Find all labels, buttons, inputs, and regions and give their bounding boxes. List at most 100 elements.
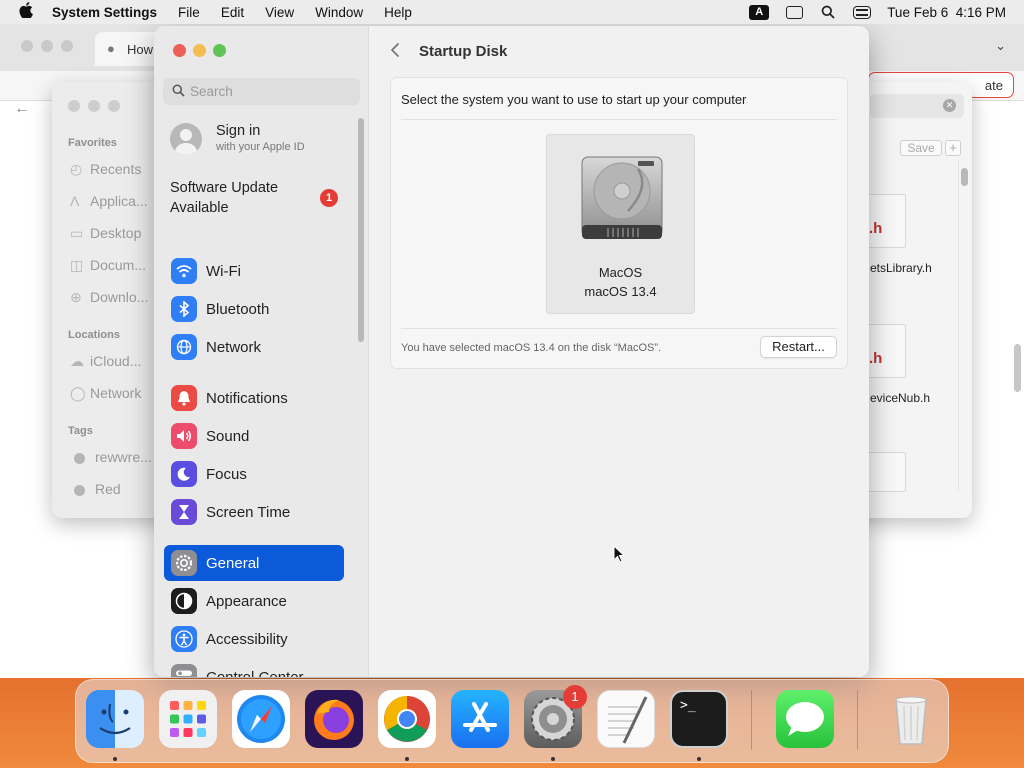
dock-finder-icon[interactable] [86,690,144,748]
sidebar-item-label: Focus [206,465,247,483]
finder-tag-red[interactable]: Red [74,481,121,497]
dock-chrome-icon[interactable] [378,690,436,748]
speaker-icon [171,423,197,449]
menu-edit[interactable]: Edit [221,5,244,20]
finder-item-label: Docum... [90,257,147,273]
dock-separator [751,690,752,750]
sidebar-item-accessibility[interactable]: Accessibility [164,621,344,657]
menu-view[interactable]: View [265,5,294,20]
finder-item-icloud[interactable]: ☁ iCloud... [70,353,141,370]
sidebar-item-focus[interactable]: Focus [164,456,344,492]
software-update-item[interactable]: Software Update Available [170,178,310,218]
finder-minimize-button[interactable] [88,100,100,112]
finder-scrollbar[interactable] [961,168,968,186]
settings-content: Startup Disk Select the system you want … [370,26,869,677]
window-zoom-button[interactable] [213,44,226,57]
sidebar-item-bluetooth[interactable]: Bluetooth [164,291,344,327]
finder-item-label: Network [90,385,142,401]
sidebar-item-wi-fi[interactable]: Wi-Fi [164,253,344,289]
disk-name: MacOS [598,265,643,280]
settings-search-input[interactable]: Search [163,78,360,105]
file-name[interactable]: etsLibrary.h [870,261,932,275]
terminal-prompt: >_ [680,698,696,713]
sidebar-item-control-center[interactable]: Control Center [164,659,344,677]
menu-file[interactable]: File [178,5,200,20]
sidebar-scrollbar[interactable] [358,118,364,342]
tab-overview-chevron-icon[interactable]: ⌄ [995,38,1006,54]
browser-zoom-button[interactable] [61,40,73,52]
sidebar-item-sound[interactable]: Sound [164,418,344,454]
finder-zoom-button[interactable] [108,100,120,112]
finder-item-network[interactable]: ◯ Network [70,385,141,402]
finder-item-documents[interactable]: ◫ Docum... [70,257,146,274]
hourglass-icon [171,499,197,525]
cloud-icon: ☁ [70,353,84,369]
dock-app-store-icon[interactable] [451,690,509,748]
menu-window[interactable]: Window [315,5,363,20]
signin-title: Sign in [216,123,261,139]
apple-menu-icon[interactable] [0,2,52,22]
screen-mirroring-icon[interactable] [785,5,803,19]
browser-close-button[interactable] [21,40,33,52]
sidebar-item-notifications[interactable]: Notifications [164,380,344,416]
sidebar-item-general[interactable]: General [164,545,344,581]
sidebar-item-appearance[interactable]: Appearance [164,583,344,619]
finder-sidebar: Favorites ◴ Recents Λ Applica... ▭ Desktop … [52,82,170,518]
window-minimize-button[interactable] [193,44,206,57]
file-name[interactable]: eviceNub.h [870,391,930,405]
sidebar-item-label: Wi-Fi [206,262,241,280]
dock-textedit-icon[interactable] [597,690,655,748]
sidebar-item-label: Control Center [206,668,304,678]
browser-scrollbar[interactable] [1014,344,1021,392]
input-source-icon[interactable]: A [749,4,770,20]
moon-icon [171,461,197,487]
dock-messages-icon[interactable] [776,690,834,748]
menu-help[interactable]: Help [384,5,412,20]
control-center-icon [171,664,197,677]
clear-search-icon[interactable]: ✕ [943,99,956,112]
startup-prompt: Select the system you want to use to sta… [401,92,747,107]
tab-favicon-icon: ● [107,41,115,56]
tag-dot-icon [74,452,85,464]
dock-launchpad-icon[interactable] [159,690,217,748]
back-chevron-icon[interactable] [390,42,400,63]
clock-icon: ◴ [70,161,83,177]
globe-icon [171,334,197,360]
finder-search-field[interactable]: ✕ [870,94,964,118]
finder-item-downloads[interactable]: ⊕ Downlo... [70,289,148,306]
app-menu[interactable]: System Settings [52,5,157,20]
finder-item-applications[interactable]: Λ Applica... [70,193,148,209]
tag-dot-icon [74,484,85,496]
menu-clock[interactable]: Tue Feb 6 4:16 PM [887,5,1006,20]
sidebar-item-network[interactable]: Network [164,329,344,365]
control-center-menu-icon[interactable] [853,5,872,19]
browser-minimize-button[interactable] [41,40,53,52]
document-icon: ◫ [70,257,84,273]
applications-icon: Λ [70,193,80,209]
signin-subtitle: with your Apple ID [216,141,305,153]
finder-item-label: Downlo... [90,289,149,305]
dock-safari-icon[interactable] [232,690,290,748]
finder-close-button[interactable] [68,100,80,112]
dock-firefox-icon[interactable] [305,690,363,748]
hard-drive-icon [578,153,666,248]
dock-terminal-icon[interactable]: >_ [670,690,728,748]
divider [401,119,837,120]
finder-add-button[interactable]: + [945,140,961,156]
finder-item-desktop[interactable]: ▭ Desktop [70,225,141,242]
sidebar-item-screen-time[interactable]: Screen Time [164,494,344,530]
window-close-button[interactable] [173,44,186,57]
bluetooth-icon [171,296,197,322]
gear-icon [171,550,197,576]
finder-item-label: Recents [90,161,142,177]
browser-back-icon[interactable]: ← [14,100,30,118]
finder-item-recents[interactable]: ◴ Recents [70,161,141,178]
restart-button[interactable]: Restart... [760,336,837,358]
sidebar-item-label: Network [206,338,262,356]
dock-trash-icon[interactable] [882,690,940,748]
finder-save-button[interactable]: Save [900,140,942,156]
finder-tag-rewwre[interactable]: rewwre... [74,449,152,465]
startup-disk-option[interactable]: MacOS macOS 13.4 [546,134,695,314]
finder-item-label: Applica... [90,193,148,209]
spotlight-search-icon[interactable] [819,5,837,19]
